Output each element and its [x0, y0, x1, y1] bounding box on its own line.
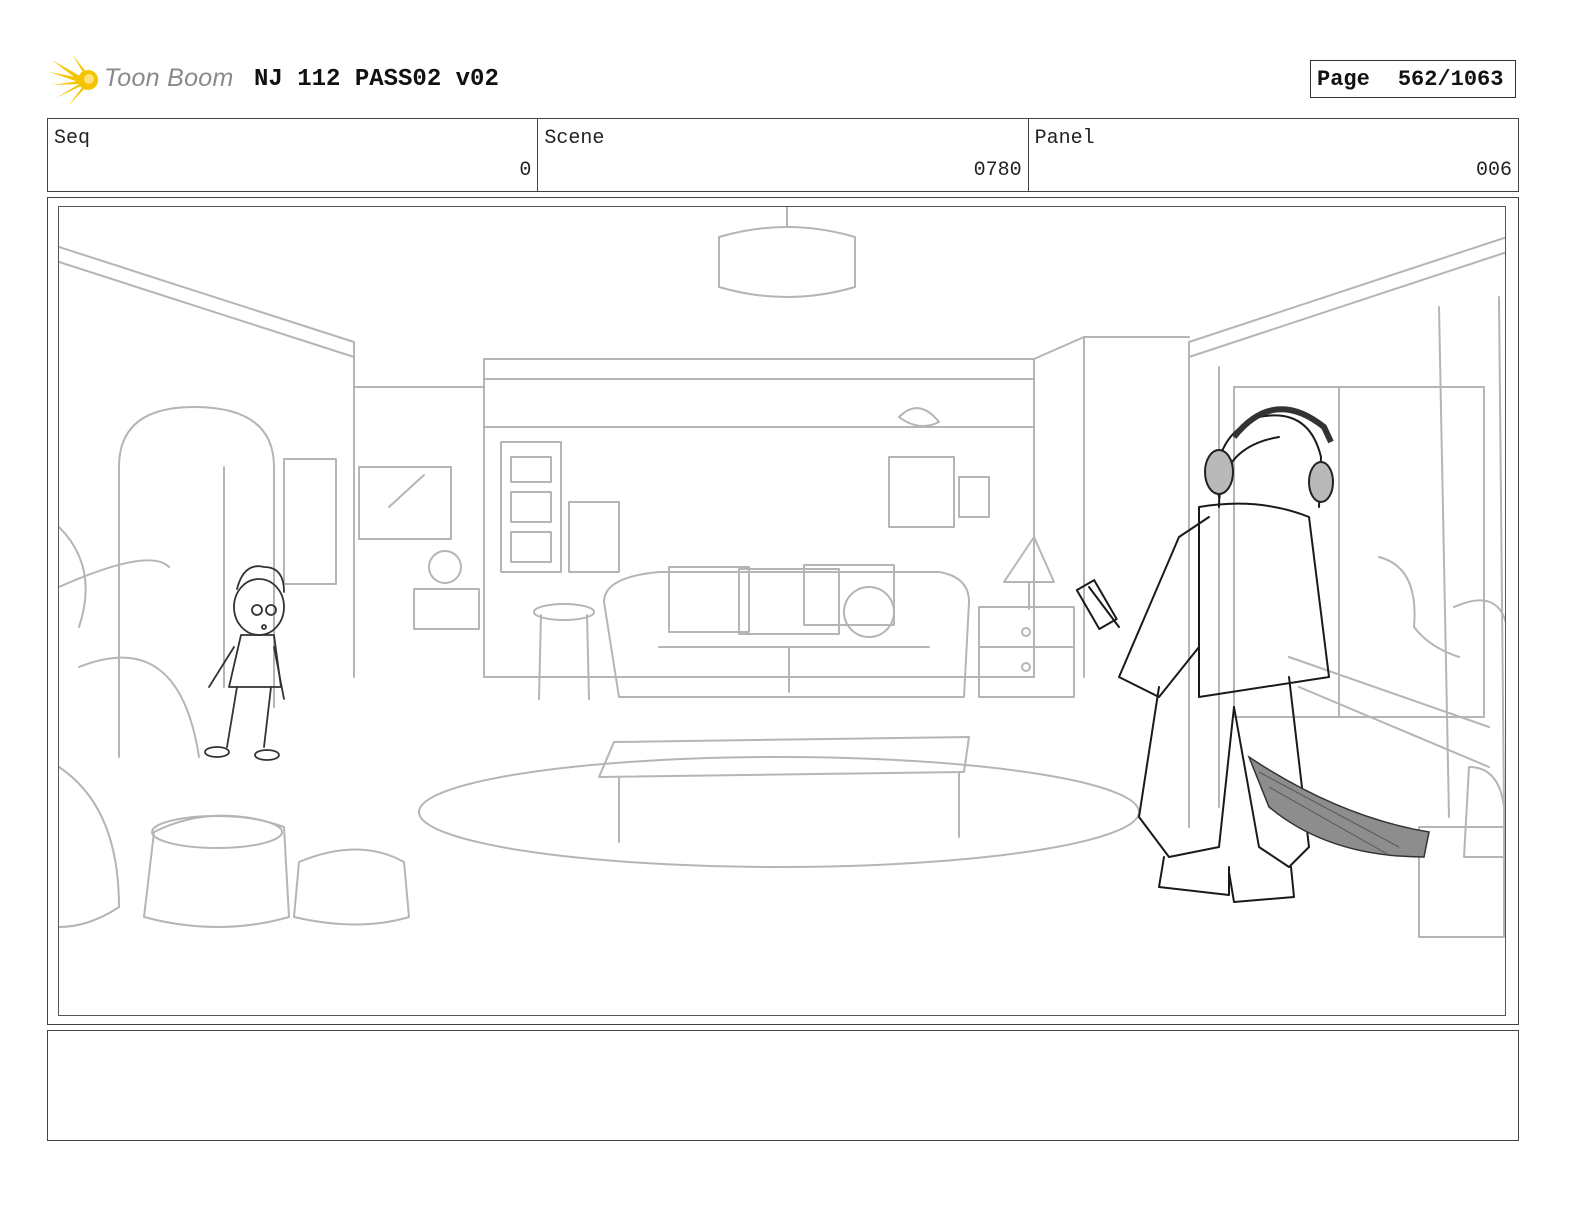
- headphones-icon: [1204, 406, 1334, 503]
- seq-cell: Seq 0: [48, 119, 539, 191]
- document-title: NJ 112 PASS02 v02: [254, 66, 499, 93]
- toon-boom-logo: Toon Boom: [50, 52, 240, 108]
- logo-wordmark: Toon Boom: [104, 64, 234, 92]
- storyboard-panel: [47, 197, 1519, 1025]
- background-sketch: [59, 207, 1505, 938]
- living-room-sketch: [59, 207, 1505, 938]
- seq-label: Seq: [54, 127, 91, 150]
- page-number: 562/1063: [1397, 66, 1504, 92]
- scene-value: 0780: [973, 159, 1022, 182]
- panel-info-row: Seq 0 Scene 0780 Panel 006: [47, 118, 1519, 192]
- panel-artwork-area: [58, 206, 1506, 1016]
- panel-value: 006: [1475, 159, 1512, 182]
- scene-cell: Scene 0780: [538, 119, 1029, 191]
- sun-burst-icon: [50, 54, 98, 106]
- page-indicator: Page 562/1063: [1310, 60, 1516, 98]
- boy-character: [204, 565, 285, 761]
- panel-cell: Panel 006: [1029, 119, 1518, 191]
- broom-icon: [1247, 755, 1430, 858]
- panel-label: Panel: [1034, 127, 1095, 150]
- scene-label: Scene: [544, 127, 605, 150]
- seq-value: 0: [519, 159, 532, 182]
- page-label: Page: [1317, 66, 1370, 92]
- panel-notes-box: [47, 1030, 1519, 1141]
